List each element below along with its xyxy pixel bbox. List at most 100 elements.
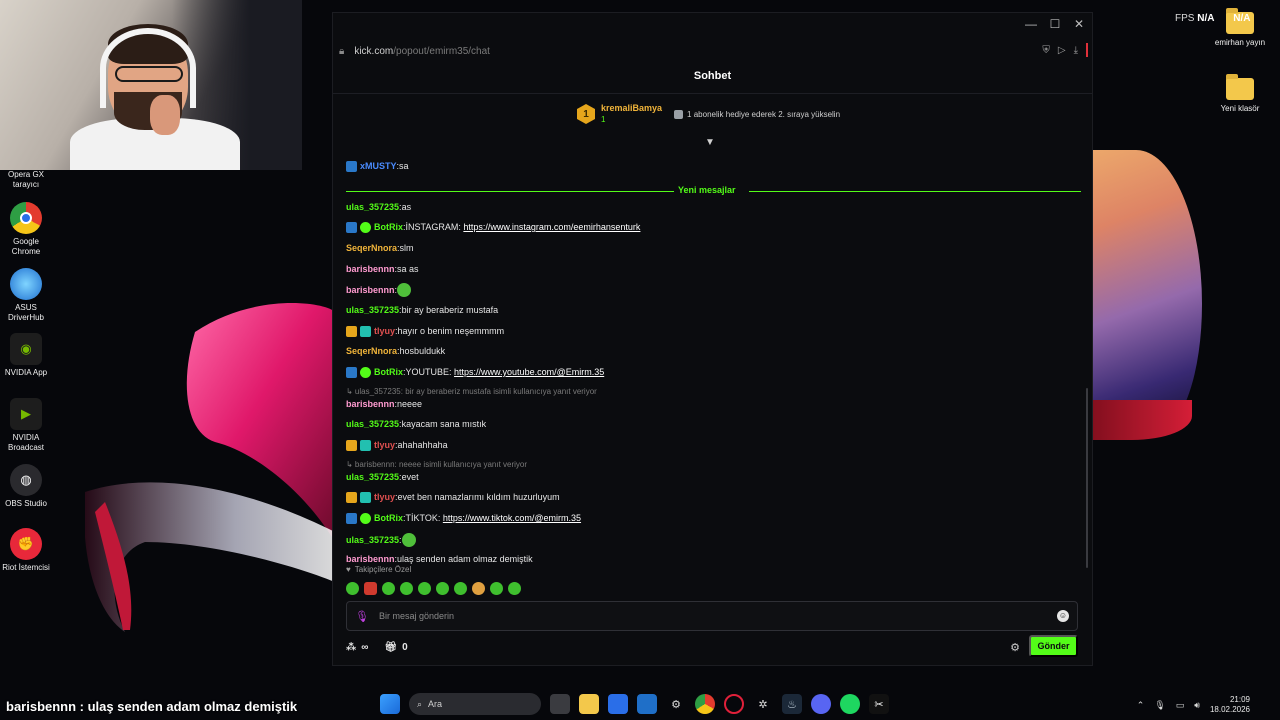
file-explorer-icon[interactable] (579, 694, 599, 714)
reply-context[interactable]: ↳ ulas_357235: bir ay beraberiz mustafa … (346, 387, 597, 396)
start-icon[interactable] (380, 694, 400, 714)
emote-icon[interactable] (508, 582, 521, 595)
desktop-icon-riot[interactable]: ✊ Riot İstemcisi (0, 528, 52, 573)
network-icon[interactable]: ▭ (1176, 700, 1185, 711)
desktop-icon-yeni-klasor[interactable]: Yeni klasör (1214, 74, 1266, 114)
microphone-icon[interactable]: 🎙︎ (355, 610, 371, 623)
maximize-button[interactable]: ☐ (1048, 17, 1062, 31)
desktop-icon-chrome[interactable]: Google Chrome (0, 202, 52, 257)
chat-username[interactable]: barisbennn (346, 553, 395, 565)
chat-username[interactable]: ulas_357235 (346, 471, 399, 483)
chevron-up-icon[interactable]: ⌃ (1137, 700, 1145, 711)
chat-message-link[interactable]: https://www.instagram.com/eemirhansentur… (463, 221, 640, 233)
message-input[interactable] (379, 611, 1057, 621)
chat-message[interactable]: BotRix: TİKTOK: https://www.tiktok.com/@… (346, 512, 581, 524)
taskbar-search[interactable]: ⌕ Ara (409, 693, 541, 715)
chat-username[interactable]: BotRix (374, 512, 403, 524)
chat-message[interactable]: ulas_357235: kayacam sana mıstık (346, 418, 486, 430)
chat-title: Sohbet (693, 70, 732, 82)
emote-icon[interactable] (364, 582, 377, 595)
emote-icon[interactable] (472, 582, 485, 595)
desktop-icon-nvidia-broadcast[interactable]: ▶ NVIDIA Broadcast (0, 398, 52, 453)
sub-badge-icon (360, 439, 371, 451)
chat-username[interactable]: barisbennn (346, 284, 395, 296)
chat-username[interactable]: barisbennn (346, 398, 395, 410)
address-bar[interactable]: 🔒︎ kick.com /popout/emirm35/chat (333, 39, 1092, 63)
chat-username[interactable]: ulas_357235 (346, 418, 399, 430)
desktop-icon-nvidia-app[interactable]: ◉ NVIDIA App (0, 333, 52, 378)
outlook-icon[interactable] (637, 694, 657, 714)
chat-message[interactable]: tlyuy: evet ben namazlarımı kıldım huzur… (346, 491, 560, 503)
chat-message[interactable]: BotRix: İNSTAGRAM: https://www.instagram… (346, 221, 640, 233)
emote-icon[interactable] (490, 582, 503, 595)
emote-icon[interactable] (382, 582, 395, 595)
chat-scrollbar[interactable] (1086, 388, 1088, 568)
reply-context[interactable]: ↳ barisbennn: neeee isimli kullanıcıya y… (346, 460, 527, 469)
capcut-icon[interactable]: ✂ (869, 694, 889, 714)
chrome-icon[interactable] (695, 694, 715, 714)
chat-username[interactable]: ulas_357235 (346, 534, 399, 546)
chat-username[interactable]: tlyuy (374, 439, 395, 451)
spotify-icon[interactable] (840, 694, 860, 714)
shield-icon[interactable]: ⛨ (1042, 45, 1050, 56)
chat-message[interactable]: ulas_357235: evet (346, 471, 419, 483)
chat-message[interactable]: xMUSTY: sa (346, 160, 409, 172)
opera-gx-icon[interactable] (724, 694, 744, 714)
close-button[interactable]: ✕ (1072, 17, 1086, 31)
chat-username[interactable]: tlyuy (374, 491, 395, 503)
chat-message[interactable]: SeqerNnora: slm (346, 242, 414, 254)
gift-counter[interactable]: 🎁︎ 0 (384, 642, 407, 653)
emote-icon[interactable] (400, 582, 413, 595)
chat-message-link[interactable]: https://www.youtube.com/@Emirm.35 (454, 366, 604, 378)
chat-username[interactable]: SeqerNnora (346, 345, 397, 357)
clock[interactable]: 21:09 18.02.2026 (1210, 695, 1250, 715)
desktop-icon-opera[interactable]: Opera GX tarayıcı (0, 170, 52, 190)
settings-icon[interactable]: ⚙ (666, 694, 686, 714)
chat-username[interactable]: BotRix (374, 221, 403, 233)
gear-icon[interactable]: ⚙ (1010, 641, 1020, 654)
chat-message-text: sa (399, 161, 409, 171)
chat-username[interactable]: xMUSTY (360, 160, 397, 172)
emote-icon[interactable] (346, 582, 359, 595)
desktop-icon-asus[interactable]: ASUS DriverHub (0, 268, 52, 323)
chat-message[interactable]: ulas_357235: bir ay beraberiz mustafa (346, 304, 498, 316)
volume-icon[interactable]: 🔊︎ (1194, 700, 1200, 711)
chat-message[interactable]: barisbennn: (346, 283, 412, 297)
chat-username[interactable]: tlyuy (374, 325, 395, 337)
steam-icon[interactable]: ♨ (782, 694, 802, 714)
chat-message[interactable]: tlyuy: hayır o benim neşemmmm (346, 325, 504, 337)
chat-message[interactable]: SeqerNnora: hosbuldukk (346, 345, 445, 357)
chat-message[interactable]: barisbennn: neeee (346, 398, 422, 410)
chat-username[interactable]: SeqerNnora (346, 242, 397, 254)
send-button[interactable]: Gönder (1029, 635, 1078, 657)
chat-message[interactable]: barisbennn: sa as (346, 263, 419, 275)
gear-app-icon[interactable]: ✲ (753, 694, 773, 714)
chat-message-link[interactable]: https://www.tiktok.com/@emirm.35 (443, 512, 581, 524)
send-icon[interactable]: ▷ (1058, 45, 1066, 56)
microphone-icon[interactable]: 🎙︎ (1154, 700, 1165, 711)
chat-message[interactable]: tlyuy: ahahahhaha (346, 439, 448, 451)
store-icon[interactable] (608, 694, 628, 714)
emote-icon[interactable] (436, 582, 449, 595)
chat-message-text: neeee (397, 399, 423, 409)
chat-username[interactable]: barisbennn (346, 263, 395, 275)
chat-message[interactable]: barisbennn: ulaş senden adam olmaz demiş… (346, 553, 533, 565)
download-icon[interactable]: ⤓ (1074, 45, 1078, 56)
sidebar-accent (1086, 43, 1088, 57)
chat-username[interactable]: BotRix (374, 366, 403, 378)
chat-username[interactable]: ulas_357235 (346, 304, 399, 316)
chat-message-text: TİKTOK: (405, 513, 443, 523)
task-view-icon[interactable] (550, 694, 570, 714)
emoji-icon[interactable]: ☺ (1057, 610, 1069, 622)
chat-username[interactable]: ulas_357235 (346, 201, 399, 213)
desktop-icon-obs[interactable]: ◍ OBS Studio (0, 464, 52, 509)
chat-message[interactable]: BotRix: YOUTUBE: https://www.youtube.com… (346, 366, 604, 378)
emote-icon[interactable] (418, 582, 431, 595)
channel-points[interactable]: ⁂ ∞ (346, 642, 368, 653)
chat-message[interactable]: ulas_357235: (346, 533, 416, 547)
discord-icon[interactable] (811, 694, 831, 714)
chat-message[interactable]: ulas_357235: as (346, 201, 411, 213)
minimize-button[interactable]: — (1024, 17, 1038, 31)
top-gifter-banner[interactable]: 1 kremaliBamya 1 1 abonelik hediye edere… (577, 103, 840, 125)
emote-icon[interactable] (454, 582, 467, 595)
